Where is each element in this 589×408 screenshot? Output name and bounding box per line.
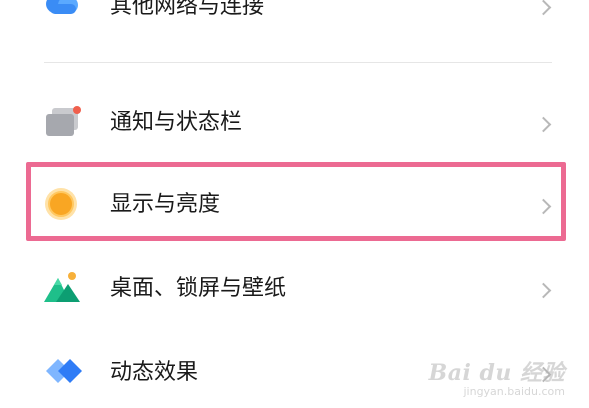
settings-item-other-network[interactable]: 其他网络与连接: [0, 0, 589, 48]
chevron-right-icon: [535, 366, 552, 383]
section-divider: [44, 62, 552, 63]
settings-item-animation[interactable]: 动态效果: [0, 338, 589, 408]
wallpaper-icon: [44, 270, 82, 308]
animation-effects-icon: [44, 354, 84, 392]
chevron-right-icon: [535, 116, 552, 133]
chevron-right-icon: [535, 282, 552, 299]
settings-item-label: 桌面、锁屏与壁纸: [110, 276, 287, 301]
settings-item-label: 通知与状态栏: [110, 110, 243, 135]
network-connection-icon: [44, 0, 80, 22]
settings-item-wallpaper[interactable]: 桌面、锁屏与壁纸: [0, 254, 589, 324]
settings-item-label: 动态效果: [110, 360, 199, 385]
notification-statusbar-icon: [44, 104, 84, 142]
settings-item-notification[interactable]: 通知与状态栏: [0, 88, 589, 158]
chevron-right-icon: [535, 0, 552, 16]
highlight-frame: [26, 162, 566, 241]
settings-item-label: 其他网络与连接: [110, 0, 265, 19]
